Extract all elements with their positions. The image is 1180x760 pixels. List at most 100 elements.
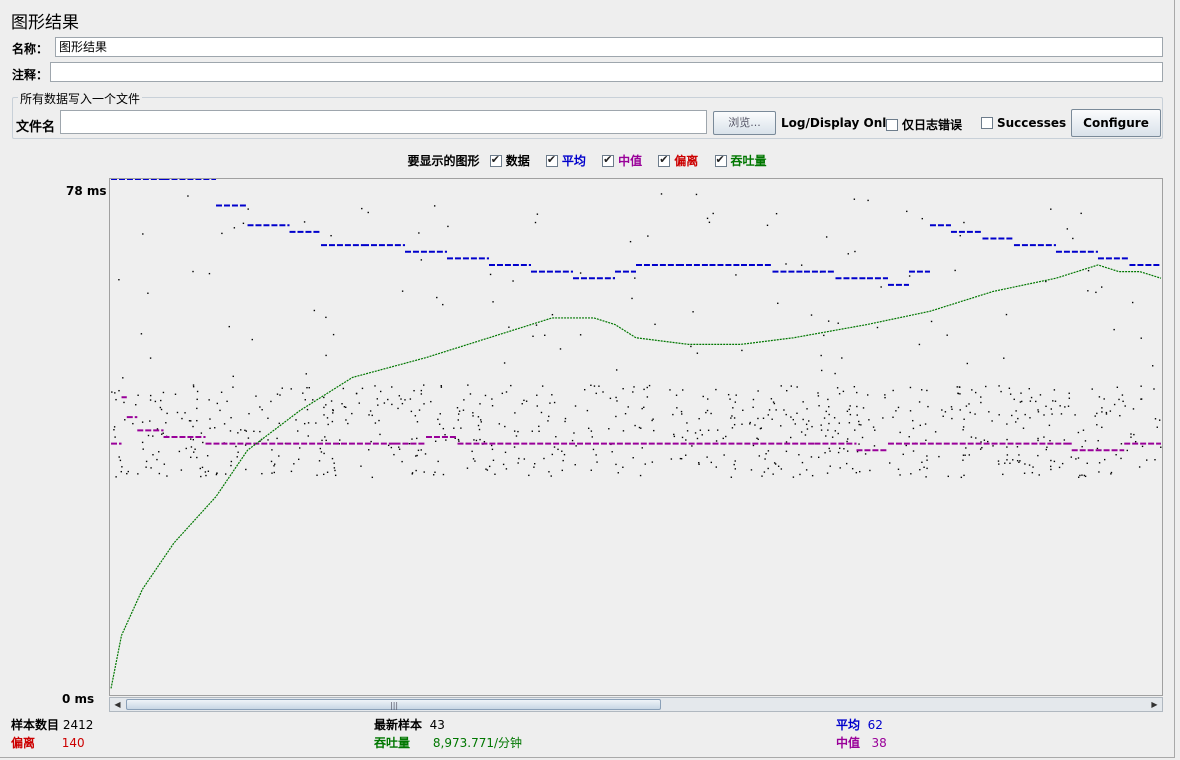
data-point (523, 458, 526, 460)
stat-throughput-value: 8,973.771/分钟 (432, 736, 523, 750)
data-point (919, 468, 921, 471)
data-point (1105, 413, 1108, 415)
data-point (590, 430, 593, 432)
checkbox-icon[interactable] (489, 153, 502, 167)
data-point (839, 447, 841, 449)
data-point (1074, 414, 1076, 416)
legend-item-deviation[interactable]: 偏离 (658, 153, 698, 168)
data-point (1038, 474, 1040, 476)
data-point (490, 444, 493, 447)
data-point (390, 446, 393, 449)
data-point (980, 401, 982, 404)
data-point (379, 390, 382, 393)
data-point (920, 389, 923, 391)
legend-item-average[interactable]: 平均 (545, 153, 586, 168)
data-point (149, 399, 152, 401)
data-point (1082, 429, 1085, 431)
data-point (880, 286, 882, 288)
data-point (829, 465, 831, 467)
data-point (763, 471, 766, 473)
data-point (232, 386, 234, 388)
data-point (698, 417, 700, 420)
data-point (796, 412, 798, 414)
data-point (833, 417, 836, 419)
chart-scrollbar[interactable]: ◀ ||| ▶ (109, 697, 1163, 712)
data-point (215, 473, 218, 476)
data-point (957, 392, 959, 394)
scroll-thumb[interactable]: ||| (126, 699, 661, 710)
checkbox-icon[interactable] (886, 119, 898, 131)
data-point (536, 394, 538, 396)
data-point (361, 387, 364, 390)
configure-button[interactable]: Configure (1071, 109, 1161, 137)
data-point (190, 446, 193, 448)
data-point (261, 472, 263, 475)
data-point (847, 253, 849, 255)
comment-field[interactable] (50, 62, 1163, 82)
name-field[interactable]: 图形结果 (55, 37, 1163, 57)
data-point (207, 470, 210, 472)
checkbox-icon[interactable] (981, 117, 993, 129)
data-point (420, 259, 423, 261)
data-point (302, 392, 304, 394)
data-point (115, 398, 117, 401)
checkbox-icon[interactable] (658, 153, 671, 167)
data-point (434, 471, 436, 473)
browse-button[interactable]: 浏览... (713, 111, 776, 135)
data-point (321, 439, 323, 442)
data-point (415, 455, 417, 457)
data-point (802, 418, 804, 421)
data-point (474, 460, 476, 462)
data-point (259, 406, 261, 408)
data-point (347, 422, 349, 425)
data-point (437, 460, 439, 463)
checkbox-icon[interactable] (714, 153, 727, 167)
data-point (518, 457, 520, 460)
data-point (1131, 301, 1134, 304)
data-point (330, 400, 333, 402)
data-point (1013, 398, 1015, 401)
legend-item-data[interactable]: 数据 (489, 153, 530, 168)
page-title: 图形结果 (11, 13, 79, 33)
data-point (716, 429, 719, 431)
data-point (235, 445, 237, 448)
data-point (944, 411, 947, 413)
data-point (615, 369, 618, 371)
errors-only-checkbox[interactable]: 仅日志错误 (886, 116, 962, 133)
legend-item-throughput[interactable]: 吞吐量 (714, 153, 767, 168)
data-point (457, 438, 460, 441)
checkbox-icon[interactable] (602, 153, 615, 167)
data-point (571, 439, 574, 442)
data-point (114, 392, 116, 394)
data-point (777, 465, 780, 467)
data-point (1140, 385, 1142, 387)
data-point (505, 468, 508, 470)
scroll-left-icon[interactable]: ◀ (110, 698, 125, 711)
checkbox-icon[interactable] (545, 153, 558, 167)
data-point (1070, 456, 1073, 458)
data-point (686, 422, 688, 424)
data-point (749, 421, 751, 424)
data-point (508, 326, 510, 328)
data-point (810, 314, 813, 316)
data-point (1081, 445, 1083, 448)
data-point (438, 423, 441, 425)
data-point (654, 323, 656, 326)
successes-checkbox[interactable]: Successes (981, 116, 1066, 130)
data-point (374, 385, 376, 387)
data-point (332, 412, 334, 414)
data-point (1140, 398, 1142, 400)
data-point (828, 447, 830, 450)
data-point (181, 417, 183, 420)
data-point (823, 334, 825, 337)
data-point (142, 233, 144, 235)
data-point (323, 452, 325, 455)
file-input[interactable] (60, 110, 707, 134)
data-point (325, 354, 327, 357)
data-point (1020, 392, 1022, 394)
data-point (196, 398, 198, 401)
scroll-right-icon[interactable]: ▶ (1147, 698, 1162, 711)
data-point (204, 471, 207, 473)
data-point (423, 471, 425, 473)
legend-item-median[interactable]: 中值 (602, 153, 642, 168)
